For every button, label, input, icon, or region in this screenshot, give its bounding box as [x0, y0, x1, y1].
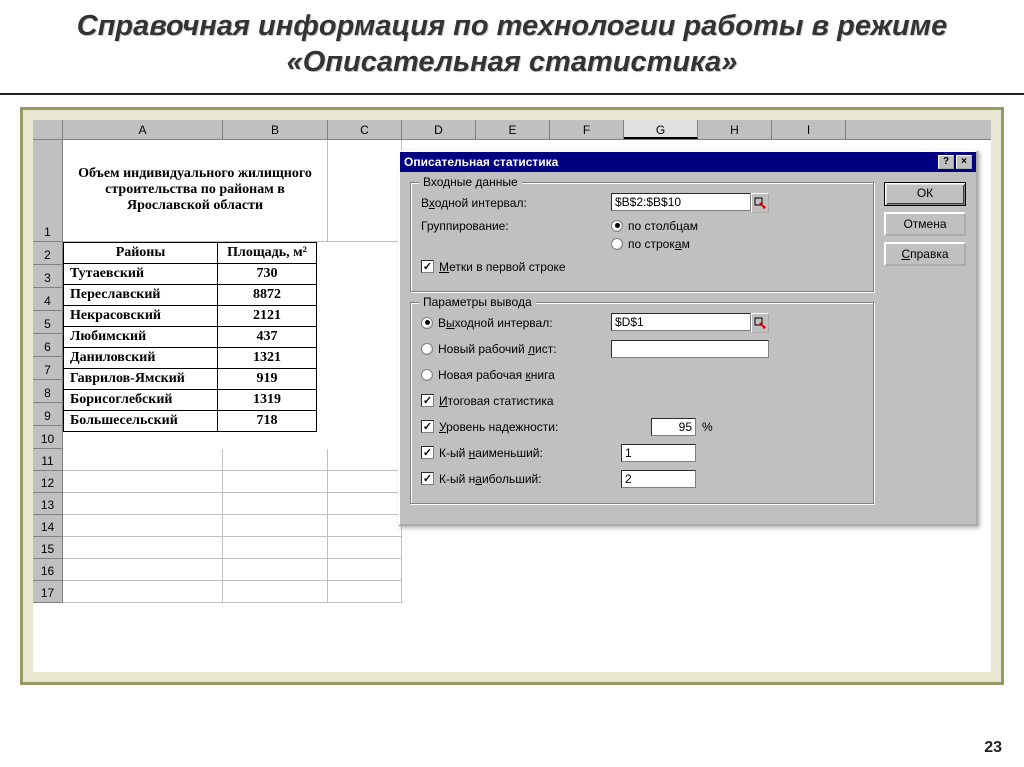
row-header[interactable]: 15	[33, 537, 63, 559]
group-output: Параметры вывода Выходной интервал: $D$1	[410, 302, 874, 504]
checkbox-summary-stats[interactable]: ✓ Итоговая статистика	[421, 394, 554, 408]
slide-title: Справочная информация по технологии рабо…	[20, 8, 1004, 81]
col-header-d[interactable]: D	[402, 120, 476, 139]
row-header-1[interactable]: 1	[33, 140, 63, 242]
radio-output-range[interactable]: Выходной интервал:	[421, 316, 611, 330]
spreadsheet: A B C D E F G H I 1 Объем индивидуальног…	[33, 120, 991, 672]
row-header[interactable]: 11	[33, 449, 63, 471]
kth-largest-field[interactable]: 2	[621, 470, 696, 488]
col-header-i[interactable]: I	[772, 120, 846, 139]
row-header[interactable]: 9	[33, 403, 63, 426]
radio-icon	[421, 343, 433, 355]
row-header[interactable]: 5	[33, 311, 63, 334]
radio-by-rows[interactable]: по строкам	[611, 237, 698, 251]
table-header-name[interactable]: Районы	[64, 242, 218, 263]
col-header-c[interactable]: C	[328, 120, 402, 139]
col-header-g[interactable]: G	[624, 120, 698, 139]
check-icon: ✓	[421, 420, 434, 433]
table-row[interactable]: Тутаевский730	[64, 263, 317, 284]
table-row[interactable]: Переславский8872	[64, 284, 317, 305]
check-icon: ✓	[421, 472, 434, 485]
radio-new-sheet[interactable]: Новый рабочий лист:	[421, 342, 611, 356]
table-row[interactable]: Даниловский1321	[64, 347, 317, 368]
col-header-a[interactable]: A	[63, 120, 223, 139]
row-header[interactable]: 2	[33, 242, 63, 265]
row-header[interactable]: 8	[33, 380, 63, 403]
radio-icon	[611, 220, 623, 232]
kth-smallest-field[interactable]: 1	[621, 444, 696, 462]
radio-icon	[611, 238, 623, 250]
dialog-titlebar[interactable]: Описательная статистика ? ×	[400, 152, 976, 172]
help-icon[interactable]: ?	[938, 155, 954, 169]
row-header[interactable]: 14	[33, 515, 63, 537]
col-header-e[interactable]: E	[476, 120, 550, 139]
data-table: Районы Площадь, м² Тутаевский730 Пересла…	[63, 242, 317, 432]
select-all-corner[interactable]	[33, 120, 63, 139]
new-sheet-field[interactable]	[611, 340, 769, 358]
input-range-field[interactable]: $B$2:$B$10	[611, 193, 751, 211]
checkbox-kth-smallest[interactable]: ✓ К-ый наименьший:	[421, 446, 621, 460]
confidence-field[interactable]: 95	[651, 418, 696, 436]
table-row[interactable]: Гаврилов-Ямский919	[64, 368, 317, 389]
col-header-f[interactable]: F	[550, 120, 624, 139]
row-header[interactable]: 6	[33, 334, 63, 357]
row-header[interactable]: 17	[33, 581, 63, 603]
row-header[interactable]: 16	[33, 559, 63, 581]
table-row[interactable]: Большесельский718	[64, 410, 317, 431]
table-row[interactable]: Борисоглебский1319	[64, 389, 317, 410]
ok-button[interactable]: ОК	[884, 182, 966, 206]
page-number: 23	[984, 739, 1002, 757]
group-input-title: Входные данные	[419, 175, 522, 189]
radio-new-workbook[interactable]: Новая рабочая книга	[421, 368, 555, 382]
radio-icon	[421, 369, 433, 381]
percent-label: %	[702, 420, 713, 434]
group-output-title: Параметры вывода	[419, 295, 536, 309]
checkbox-kth-largest[interactable]: ✓ К-ый наибольший:	[421, 472, 621, 486]
check-icon: ✓	[421, 394, 434, 407]
row-header[interactable]: 7	[33, 357, 63, 380]
col-header-b[interactable]: B	[223, 120, 328, 139]
range-select-icon[interactable]	[751, 193, 769, 213]
grouping-label: Группирование:	[421, 219, 611, 233]
cancel-button[interactable]: Отмена	[884, 212, 966, 236]
content-frame: A B C D E F G H I 1 Объем индивидуальног…	[20, 107, 1004, 685]
cell[interactable]	[328, 140, 402, 242]
row-header[interactable]: 12	[33, 471, 63, 493]
column-headers: A B C D E F G H I	[33, 120, 991, 140]
dialog-title: Описательная статистика	[404, 155, 936, 169]
check-icon: ✓	[421, 446, 434, 459]
close-icon[interactable]: ×	[956, 155, 972, 169]
table-header-val[interactable]: Площадь, м²	[218, 242, 317, 263]
row-headers: 2 3 4 5 6 7 8 9 10 11 12 13 14 15 16 17	[33, 242, 63, 603]
table-title[interactable]: Объем индивидуального жилищного строител…	[63, 140, 328, 242]
output-range-field[interactable]: $D$1	[611, 313, 751, 331]
table-row[interactable]: Некрасовский2121	[64, 305, 317, 326]
table-row[interactable]: Любимский437	[64, 326, 317, 347]
col-header-h[interactable]: H	[698, 120, 772, 139]
row-header[interactable]: 13	[33, 493, 63, 515]
check-icon: ✓	[421, 260, 434, 273]
divider	[0, 93, 1024, 95]
help-button[interactable]: Справка	[884, 242, 966, 266]
range-select-icon[interactable]	[751, 313, 769, 333]
row-header[interactable]: 4	[33, 288, 63, 311]
descriptive-statistics-dialog: Описательная статистика ? × Входные данн…	[398, 150, 978, 526]
group-input: Входные данные Входной интервал: $B$2:$B…	[410, 182, 874, 292]
row-header[interactable]: 3	[33, 265, 63, 288]
checkbox-confidence[interactable]: ✓ Уровень надежности:	[421, 420, 651, 434]
row-header[interactable]: 10	[33, 426, 63, 449]
radio-by-columns[interactable]: по столбцам	[611, 219, 698, 233]
input-range-label: Входной интервал:	[421, 196, 611, 210]
radio-icon	[421, 317, 433, 329]
checkbox-labels-first-row[interactable]: ✓ Метки в первой строке	[421, 260, 566, 274]
